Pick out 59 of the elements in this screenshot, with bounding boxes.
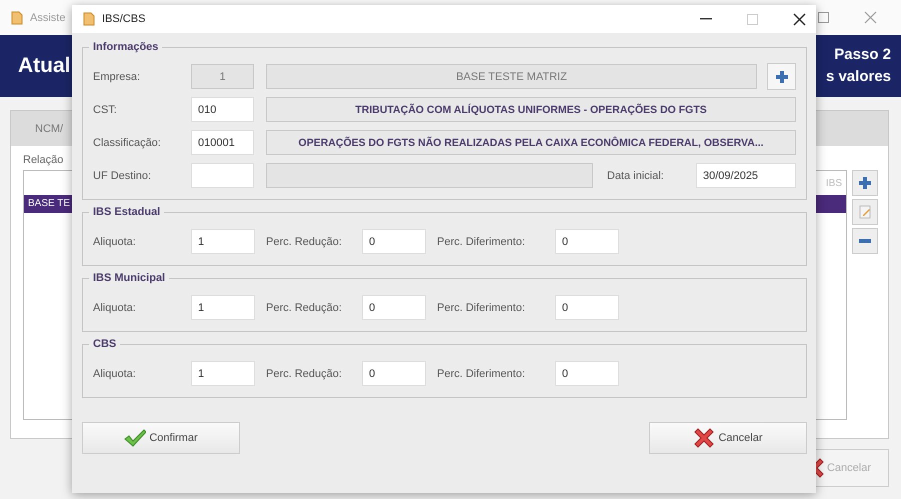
field-label: Perc. Diferimento: — [437, 302, 526, 314]
check-icon — [124, 428, 146, 448]
code-field[interactable]: 010 — [191, 97, 254, 122]
cross-icon — [693, 427, 716, 449]
plus-icon — [774, 70, 788, 84]
remove-button[interactable] — [852, 228, 878, 254]
field-label: CST: — [93, 104, 118, 116]
group-title: CBS — [92, 338, 118, 350]
minimize-icon — [700, 18, 712, 20]
field-label: Perc. Redução: — [266, 302, 343, 314]
input-field[interactable] — [191, 163, 254, 188]
code-field[interactable]: 010001 — [191, 130, 254, 155]
maximize-icon — [817, 11, 830, 24]
field-label: Aliquota: — [93, 236, 137, 248]
field-label: Aliquota: — [93, 302, 137, 314]
description-field: TRIBUTAÇÃO COM ALÍQUOTAS UNIFORMES - OPERAÇÕES DO FGTS — [266, 97, 796, 122]
group-title: Informações — [92, 41, 160, 53]
field-label: Aliquota: — [93, 368, 137, 380]
input-field[interactable]: 0 — [362, 361, 426, 386]
window-title: Assiste — [30, 12, 66, 24]
field-label: Perc. Redução: — [266, 236, 343, 248]
column-header: IBS — [826, 178, 842, 188]
field-label: Perc. Diferimento: — [437, 368, 526, 380]
plus-icon — [858, 176, 872, 190]
close-icon — [793, 12, 806, 26]
group-title: IBS Municipal — [92, 272, 166, 284]
field-label: UF Destino: — [93, 170, 152, 182]
field-label: Empresa: — [93, 70, 142, 82]
field-label: Data inicial: — [607, 170, 665, 182]
input-field[interactable]: 1 — [191, 229, 255, 254]
field-label: Classificação: — [93, 136, 162, 148]
field-label: Perc. Redução: — [266, 368, 343, 380]
description-field: OPERAÇÕES DO FGTS NÃO REALIZADAS PELA CAIXA ECONÔMICA FEDERAL, OBSERVA... — [266, 130, 796, 155]
pencil-icon — [858, 205, 872, 219]
input-field[interactable]: 0 — [362, 295, 426, 320]
company-field[interactable]: BASE TESTE MATRIZ — [266, 64, 757, 89]
list-label: Relação — [23, 154, 64, 166]
confirm-button[interactable]: Confirmar — [82, 422, 240, 454]
input-field[interactable]: 0 — [555, 361, 619, 386]
input-field[interactable]: 0 — [362, 229, 426, 254]
input-field[interactable]: 0 — [555, 295, 619, 320]
close-icon — [864, 11, 877, 24]
code-field[interactable]: 1 — [191, 64, 254, 89]
step-label: Passo 2 — [833, 45, 891, 65]
group-title: IBS Estadual — [92, 206, 162, 218]
add-button[interactable] — [767, 63, 796, 90]
date-field[interactable]: 30/09/2025 — [696, 163, 796, 188]
document-icon — [82, 12, 96, 26]
input-field[interactable]: 0 — [555, 229, 619, 254]
header-title: Atual — [18, 54, 70, 78]
field-label: Perc. Diferimento: — [437, 236, 526, 248]
cancel-button[interactable]: Cancelar — [649, 422, 807, 454]
document-icon — [10, 10, 24, 24]
input-field[interactable]: 1 — [191, 295, 255, 320]
input-field[interactable]: 1 — [191, 361, 255, 386]
dialog-title: IBS/CBS — [102, 13, 146, 25]
maximize-icon — [746, 12, 759, 26]
add-button[interactable] — [852, 170, 878, 196]
step-subtitle: s valores — [826, 67, 891, 87]
